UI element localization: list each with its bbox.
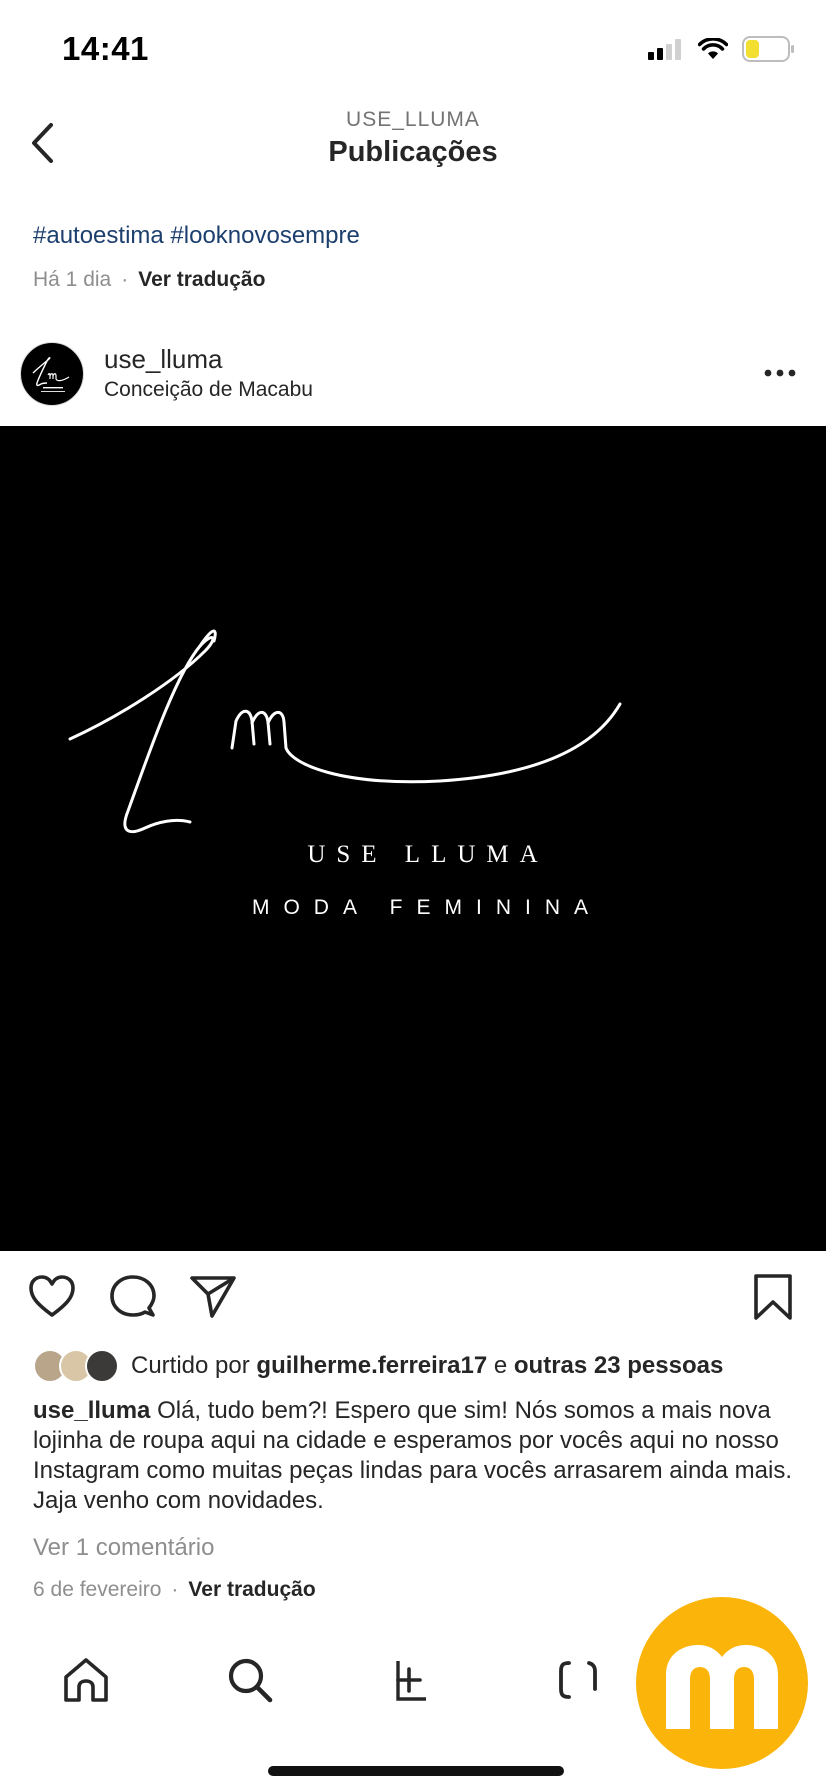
view-comments-link[interactable]: Ver 1 comentário (33, 1534, 214, 1562)
share-button[interactable] (188, 1272, 238, 1322)
post-image[interactable]: USE LLUMA MODA FEMININA (0, 426, 826, 1251)
post-location[interactable]: Conceição de Macabu (104, 378, 313, 402)
status-time: 14:41 (62, 30, 149, 67)
liker-avatar (85, 1349, 119, 1383)
post-actions (0, 1272, 826, 1328)
battery-icon (742, 36, 794, 62)
likes-summary[interactable]: Curtido por guilherme.ferreira17 e outra… (33, 1348, 723, 1384)
previous-post-caption[interactable]: #autoestima #looknovosempre (33, 222, 360, 250)
brand-line-2: MODA FEMININA (252, 896, 602, 919)
caption-username[interactable]: use_lluma (33, 1397, 150, 1424)
bookmark-icon (754, 1274, 792, 1320)
avatar-logo (32, 356, 70, 392)
page-title: Publicações (328, 136, 498, 168)
brand-line-1: USE LLUMA (307, 841, 548, 868)
tab-new-post[interactable] (379, 1650, 439, 1710)
status-bar: 14:41 (0, 0, 826, 100)
more-options-button[interactable] (760, 358, 800, 388)
avatar[interactable] (20, 342, 84, 406)
wifi-icon (698, 38, 728, 59)
post-meta: 6 de fevereiro · Ver tradução (33, 1578, 316, 1602)
previous-post-meta: Há 1 dia · Ver tradução (33, 268, 265, 292)
comment-icon (110, 1275, 156, 1317)
liker-avatars (33, 1349, 121, 1383)
send-icon (190, 1276, 236, 1318)
signal-icon (648, 39, 681, 60)
overlay-app-badge[interactable] (636, 1597, 808, 1769)
post-username[interactable]: use_lluma (104, 344, 223, 375)
logo-letter-l (68, 636, 215, 834)
likes-user[interactable]: guilherme.ferreira17 (256, 1352, 487, 1380)
meta-separator: · (171, 1578, 179, 1601)
home-indicator (268, 1766, 564, 1776)
post-header: use_lluma Conceição de Macabu (0, 336, 826, 416)
nav-header: USE_LLUMA Publicações (0, 100, 826, 200)
tab-reels[interactable] (548, 1650, 608, 1710)
comment-button[interactable] (108, 1272, 158, 1322)
likes-conj: e (493, 1352, 508, 1379)
home-icon (64, 1658, 108, 1702)
meta-separator: · (121, 268, 129, 291)
translate-link[interactable]: Ver tradução (188, 1578, 315, 1602)
tab-home[interactable] (56, 1650, 116, 1710)
heart-icon (29, 1275, 75, 1317)
post-caption: use_lluma Olá, tudo bem?! Espero que sim… (33, 1396, 803, 1516)
save-button[interactable] (748, 1272, 798, 1322)
more-horizontal-icon (764, 369, 796, 377)
previous-post-time: Há 1 dia (33, 268, 112, 291)
tab-search[interactable] (220, 1650, 280, 1710)
brand-logo: USE LLUMA MODA FEMININA (68, 629, 622, 919)
search-icon (228, 1658, 273, 1703)
previous-translate-link[interactable]: Ver tradução (138, 268, 265, 292)
post-date: 6 de fevereiro (33, 1578, 162, 1601)
status-icons (648, 36, 796, 62)
account-name: USE_LLUMA (346, 108, 480, 131)
likes-others[interactable]: outras 23 pessoas (514, 1352, 723, 1380)
like-button[interactable] (27, 1272, 77, 1322)
likes-prefix: Curtido por (131, 1352, 250, 1379)
new-post-icon (396, 1661, 426, 1701)
m-logo-icon (666, 1645, 778, 1729)
reels-icon (559, 1661, 597, 1699)
logo-letter-m (230, 702, 622, 784)
